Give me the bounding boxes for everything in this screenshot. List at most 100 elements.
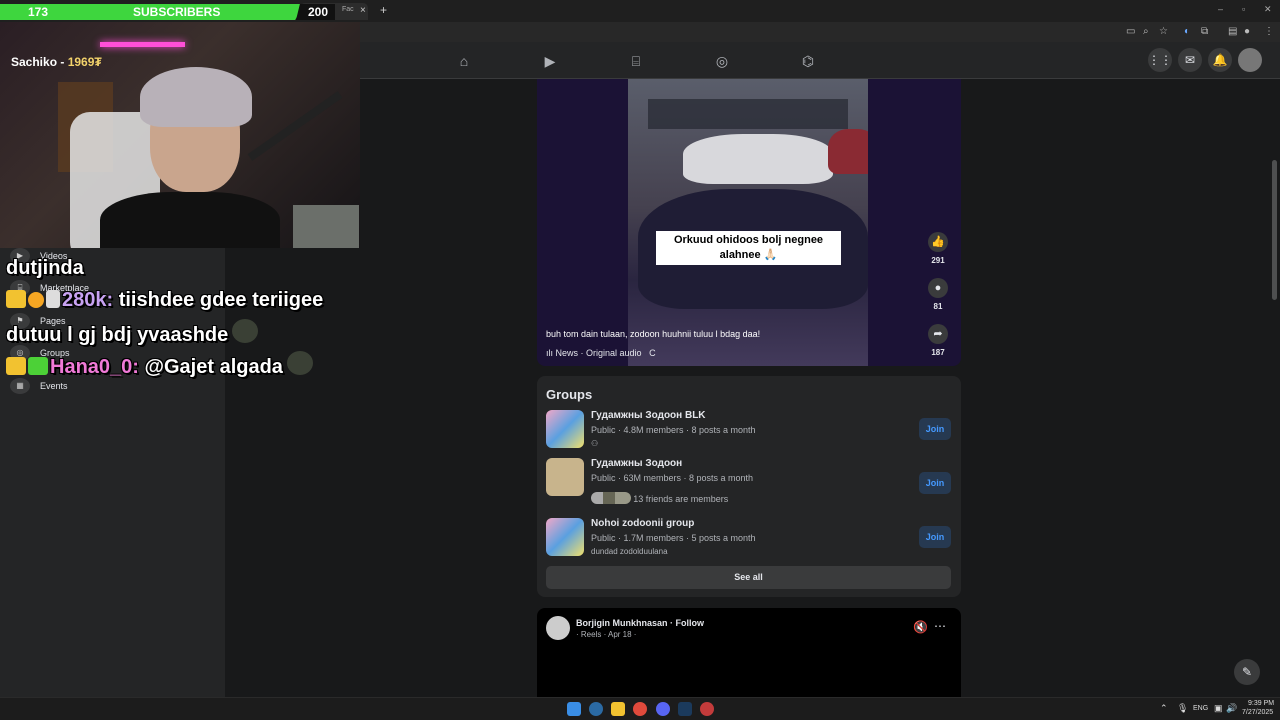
sidebar-item-events[interactable]: ▦ Events <box>10 376 68 396</box>
video-icon[interactable]: ▶ <box>541 52 559 70</box>
reel-comment[interactable]: ● 81 <box>928 278 948 311</box>
group-thumbnail <box>546 518 584 556</box>
marketplace-icon[interactable]: ⌸ <box>627 52 645 70</box>
kebab-menu-icon[interactable]: ⋮ <box>1264 26 1274 37</box>
group-description: dundad zodolduulana <box>591 547 668 556</box>
chat-text: @Gajet algada <box>138 356 283 378</box>
reel-like[interactable]: 👍 291 <box>928 232 948 265</box>
app-icon[interactable] <box>700 702 714 716</box>
profile-avatar[interactable] <box>1238 48 1262 72</box>
crown-badge-icon <box>6 290 26 308</box>
network-icon[interactable]: ▣ <box>1214 703 1223 714</box>
comment-count: 81 <box>933 302 943 311</box>
see-all-button[interactable]: See all <box>546 566 951 589</box>
search-icon[interactable] <box>589 702 603 716</box>
group-item[interactable]: Гудамжны Зодоон Public · 63M members · 8… <box>546 458 952 506</box>
join-button[interactable]: Join <box>919 526 951 548</box>
reel-video[interactable] <box>628 79 868 366</box>
group-name[interactable]: Гудамжны Зодоон BLK <box>591 410 706 421</box>
share-icon[interactable]: ➦ <box>928 324 948 344</box>
chat-username: 280k: <box>62 289 114 311</box>
maximize-icon[interactable]: ▫ <box>1242 4 1245 14</box>
sidepanel-icon[interactable]: ▤ <box>1228 26 1237 37</box>
sub-goal-current: 173 <box>28 5 49 19</box>
menu-grid-icon[interactable]: ⋮⋮ <box>1148 48 1172 72</box>
gaming-icon[interactable]: ⌬ <box>799 52 817 70</box>
chat-text: tiishdee gdee teriigee <box>113 289 324 311</box>
page-scrollbar[interactable] <box>1272 160 1277 300</box>
events-icon: ▦ <box>10 378 30 394</box>
close-window-icon[interactable]: ✕ <box>1264 4 1272 15</box>
cat-emote-image <box>293 205 359 248</box>
group-meta: Public · 4.8M members · 8 posts a month <box>591 425 756 435</box>
group-friends: 13 friends are members <box>591 492 728 504</box>
language-indicator[interactable]: ENG <box>1193 705 1208 712</box>
webcam-person-hair <box>140 67 252 127</box>
extension-icon[interactable]: ◐ <box>1184 26 1190 37</box>
post-author[interactable]: Borjigin Munkhnasan · Follow <box>576 618 704 628</box>
webcam-neon-light <box>100 42 185 47</box>
compose-message-button[interactable]: ✎ <box>1234 659 1260 685</box>
microphone-icon[interactable]: 🎙 <box>1177 703 1188 714</box>
like-count: 291 <box>931 256 945 265</box>
join-button[interactable]: Join <box>919 418 951 440</box>
reel-description: buh tom dain tulaan, zodoon huuhnii tulu… <box>546 329 761 339</box>
group-item[interactable]: Nohoi zodoonii group Public · 1.7M membe… <box>546 518 952 558</box>
home-icon[interactable]: ⌂ <box>455 52 473 70</box>
post-meta: · Reels · Apr 18 · <box>576 630 637 639</box>
join-button[interactable]: Join <box>919 472 951 494</box>
facebook-top-nav: ⌂ ▶ ⌸ ◎ ⌬ ⋮⋮ ✉ 🔔 <box>360 42 1280 79</box>
post-author-avatar[interactable] <box>546 616 570 640</box>
sidebar-item-label: Events <box>40 381 68 391</box>
tab-close-icon[interactable]: × <box>360 5 366 16</box>
messenger-icon[interactable]: ✉ <box>1178 48 1202 72</box>
windows-start-icon[interactable] <box>567 702 581 716</box>
group-friend-avatars: ⚇ <box>591 439 599 448</box>
discord-icon[interactable] <box>656 702 670 716</box>
more-options-icon[interactable]: ⋯ <box>934 619 946 633</box>
tier-badge-icon <box>28 292 44 308</box>
reel-share[interactable]: ➦ 187 <box>928 324 948 357</box>
skull-badge-icon <box>46 290 60 308</box>
crown-badge-icon <box>6 357 26 375</box>
profile-icon[interactable]: ● <box>1244 26 1250 37</box>
new-tab-button[interactable]: + <box>380 3 387 17</box>
chat-username: Hana0_0: <box>50 356 139 378</box>
group-name[interactable]: Nohoi zodoonii group <box>591 518 694 529</box>
bookmark-star-icon[interactable]: ☆ <box>1159 26 1168 37</box>
groups-icon[interactable]: ◎ <box>713 52 731 70</box>
subscriber-goal-bar: 173 SUBSCRIBERS 200 <box>0 4 335 20</box>
group-name[interactable]: Гудамжны Зодоон <box>591 458 682 469</box>
clock-time[interactable]: 9:39 PM <box>1248 700 1274 707</box>
microphone-arm <box>247 91 343 161</box>
browser-tab-title: Fac <box>342 6 354 13</box>
comment-icon[interactable]: ● <box>928 278 948 298</box>
windows-taskbar: ⌃ 🎙 ENG ▣ 🔊 9:39 PM 7/27/2025 <box>0 697 1280 720</box>
like-icon[interactable]: 👍 <box>928 232 948 252</box>
volume-icon[interactable]: 🔊 <box>1226 703 1237 714</box>
puzzle-icon[interactable]: ⧉ <box>1201 26 1208 37</box>
tray-overflow-icon[interactable]: ⌃ <box>1160 703 1168 714</box>
chat-message: Hana0_0: @Gajet algada <box>6 351 315 379</box>
clock-date[interactable]: 7/27/2025 <box>1242 709 1273 716</box>
group-item[interactable]: Гудамжны Зодоон BLK Public · 4.8M member… <box>546 410 952 450</box>
mute-icon[interactable]: 🔇 <box>913 620 928 634</box>
chat-username: dutjinda <box>6 257 84 279</box>
cast-icon[interactable]: ▭ <box>1126 26 1135 37</box>
group-meta: Public · 63M members · 8 posts a month <box>591 473 754 483</box>
crowd <box>648 99 848 129</box>
chat-message: dutjinda <box>6 257 84 280</box>
file-explorer-icon[interactable] <box>611 702 625 716</box>
steam-icon[interactable] <box>678 702 692 716</box>
chat-message: 280k: tiishdee gdee teriigee <box>6 289 323 312</box>
notifications-icon[interactable]: 🔔 <box>1208 48 1232 72</box>
chrome-icon[interactable] <box>633 702 647 716</box>
friend-avatars <box>591 492 631 504</box>
group-thumbnail <box>546 410 584 448</box>
zoom-icon[interactable]: ⌕ <box>1143 26 1149 37</box>
streamer-webcam: Sachiko - 1969₮ x3 <box>0 22 360 248</box>
reel-audio[interactable]: ılı News · Original audio C <box>546 348 656 358</box>
minimize-icon[interactable]: – <box>1218 4 1223 14</box>
chat-text: dutuu l gj bdj yvaashde <box>6 324 229 346</box>
gift-badge-icon <box>28 357 48 375</box>
